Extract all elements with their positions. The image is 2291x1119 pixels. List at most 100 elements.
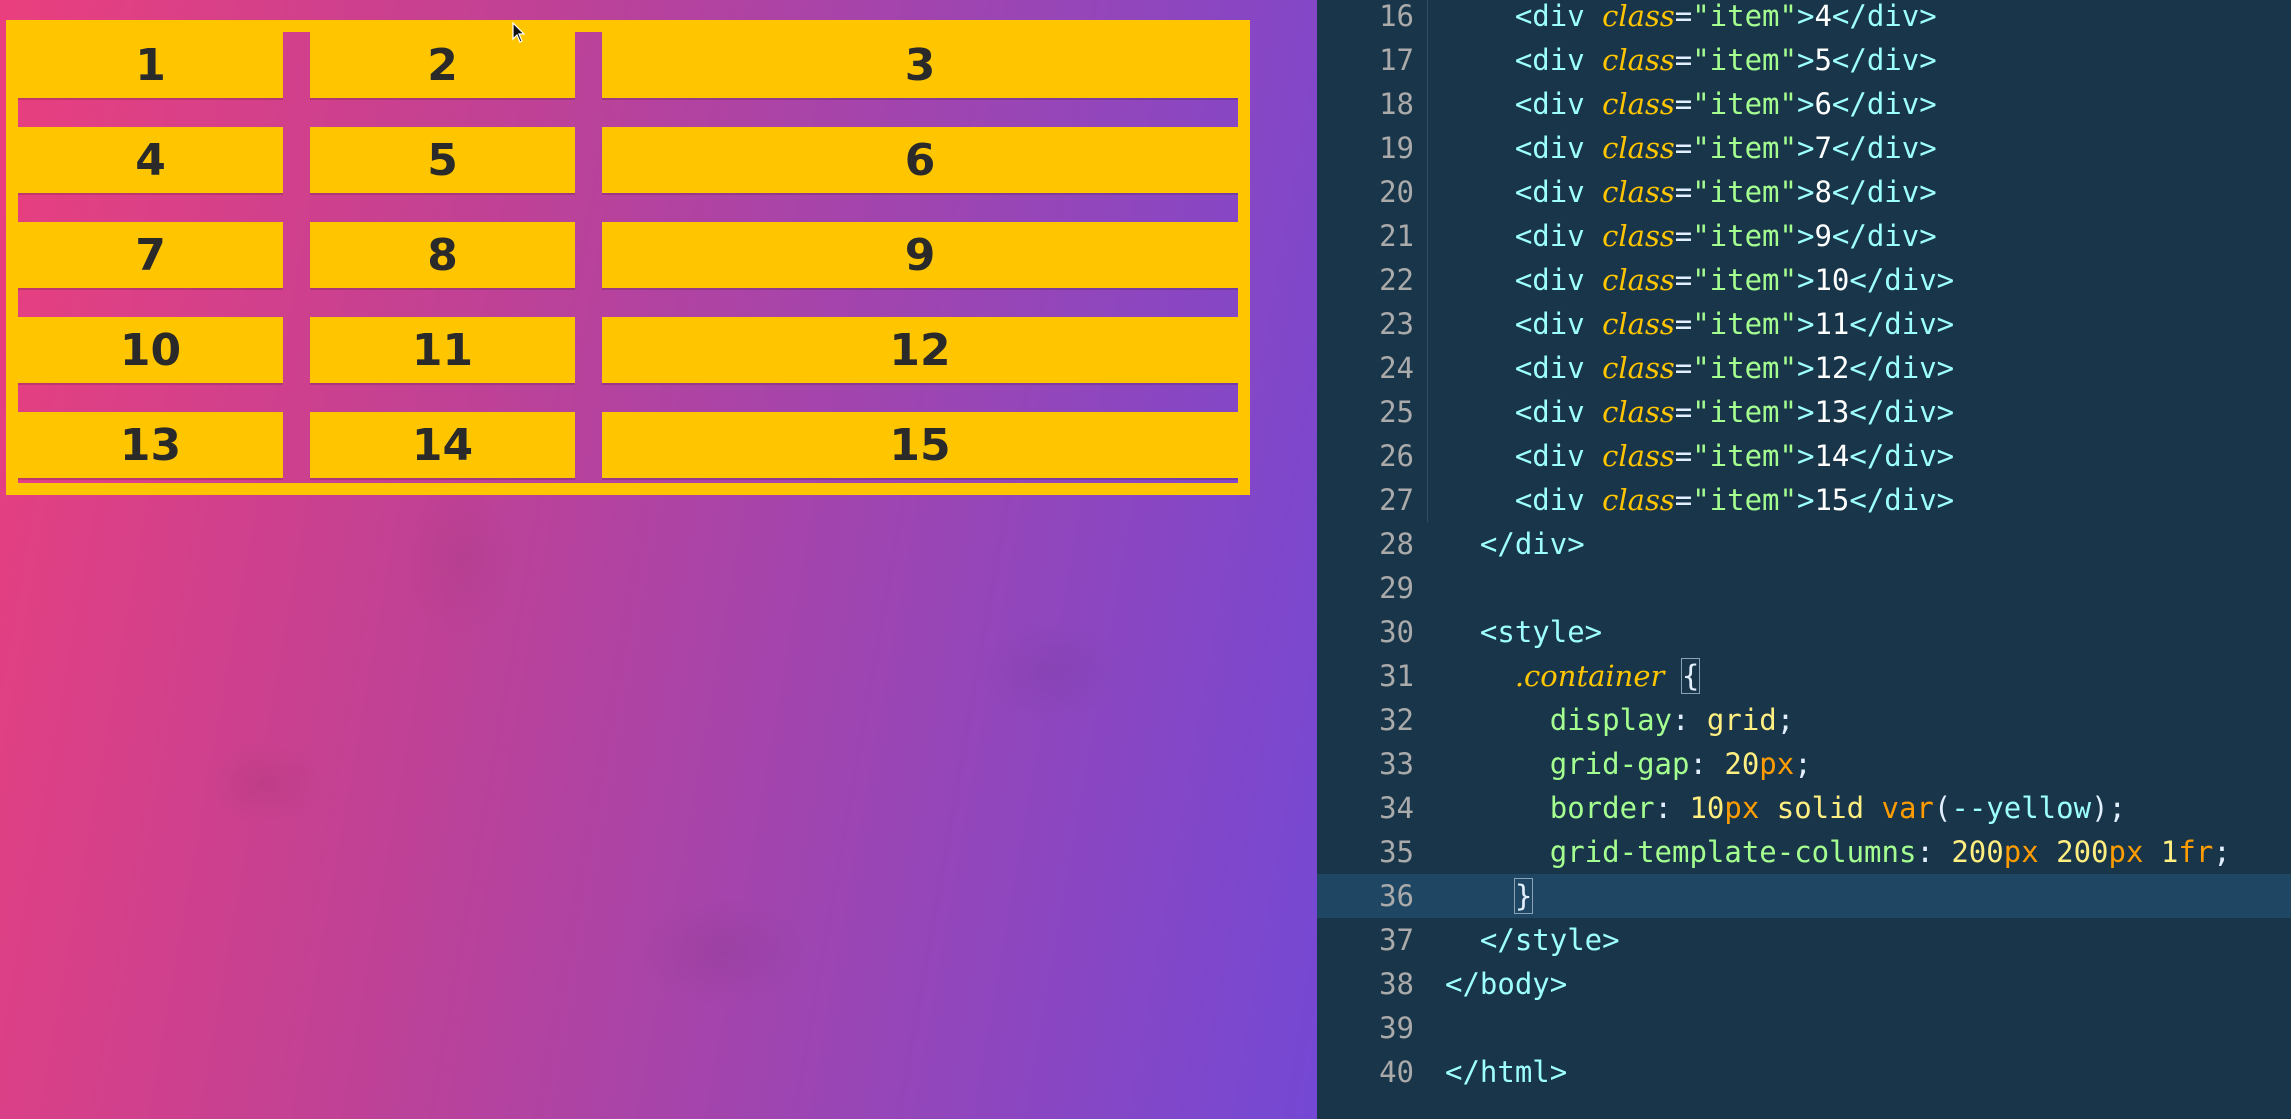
code-line[interactable]: 26 <div class="item">14</div> — [1317, 434, 2291, 478]
html-attr: class — [1602, 0, 1675, 33]
code-line[interactable]: 17 <div class="item">5</div> — [1317, 38, 2291, 82]
code-text: grid-template-columns: 200px 200px 1fr; — [1445, 830, 2231, 874]
code-line[interactable]: 27 <div class="item">15</div> — [1317, 478, 2291, 522]
html-tag: <style> — [1479, 615, 1603, 649]
code-line[interactable]: 18 <div class="item">6</div> — [1317, 82, 2291, 126]
code-line[interactable]: 37 </style> — [1317, 918, 2291, 962]
code-token: = — [1674, 307, 1693, 341]
line-number: 29 — [1379, 571, 1414, 605]
grid-item: 14 — [310, 412, 575, 478]
code-line[interactable]: 21 <div class="item">9</div> — [1317, 214, 2291, 258]
html-tag: <div — [1514, 175, 1603, 209]
html-attr: class — [1602, 219, 1675, 253]
html-tag: <div — [1514, 0, 1603, 33]
grid-item: 8 — [310, 222, 575, 288]
html-attr: class — [1602, 131, 1675, 165]
html-text: 13 — [1814, 395, 1850, 429]
html-tag: <div — [1514, 263, 1603, 297]
code-line[interactable]: 33 grid-gap: 20px; — [1317, 742, 2291, 786]
code-line[interactable]: 34 border: 10px solid var(--yellow); — [1317, 786, 2291, 830]
code-line[interactable]: 31 .container { — [1317, 654, 2291, 698]
css-unit: fr — [2178, 835, 2214, 869]
html-string: "item" — [1692, 307, 1797, 341]
grid-item: 13 — [18, 412, 283, 478]
html-tag: > — [1796, 395, 1815, 429]
code-line[interactable]: 38 </body> — [1317, 962, 2291, 1006]
line-number: 22 — [1379, 263, 1414, 297]
css-unit: px — [1724, 791, 1760, 825]
css-unit: px — [1759, 747, 1795, 781]
code-line[interactable]: 30 <style> — [1317, 610, 2291, 654]
code-text: <div class="item">14</div> — [1445, 434, 1954, 478]
html-tag: </div> — [1849, 483, 1955, 517]
css-unit: px — [2003, 835, 2039, 869]
code-editor[interactable]: 16 <div class="item">4</div> 17 <div clas… — [1317, 0, 2291, 1119]
code-token: = — [1674, 351, 1693, 385]
line-number: 40 — [1379, 1055, 1414, 1089]
line-number: 39 — [1379, 1011, 1414, 1045]
line-number: 32 — [1379, 703, 1414, 737]
line-number: 35 — [1379, 835, 1414, 869]
line-number: 38 — [1379, 967, 1414, 1001]
code-line[interactable]: 19 <div class="item">7</div> — [1317, 126, 2291, 170]
html-string: "item" — [1692, 351, 1797, 385]
code-line[interactable]: 20 <div class="item">8</div> — [1317, 170, 2291, 214]
code-line[interactable]: 36 } — [1317, 874, 2291, 918]
grid-item: 15 — [602, 412, 1238, 478]
code-text: } — [1445, 874, 1534, 918]
grid-item: 5 — [310, 127, 575, 193]
css-number: 200 — [1951, 835, 2004, 869]
html-tag: > — [1796, 263, 1815, 297]
html-string: "item" — [1692, 175, 1797, 209]
html-tag: </div> — [1831, 175, 1937, 209]
code-text: <style> — [1445, 610, 1602, 654]
code-token: = — [1674, 131, 1693, 165]
code-line[interactable]: 22 <div class="item">10</div> — [1317, 258, 2291, 302]
html-string: "item" — [1692, 219, 1797, 253]
css-brace: } — [1513, 878, 1534, 914]
html-tag: <div — [1514, 351, 1603, 385]
line-number: 34 — [1379, 791, 1414, 825]
code-line[interactable]: 16 <div class="item">4</div> — [1317, 0, 2291, 38]
code-line[interactable]: 23 <div class="item">11</div> — [1317, 302, 2291, 346]
html-tag: </body> — [1445, 967, 1568, 1001]
code-line[interactable]: 25 <div class="item">13</div> — [1317, 390, 2291, 434]
code-line[interactable]: 40 </html> — [1317, 1050, 2291, 1094]
html-attr: class — [1602, 395, 1675, 429]
line-number: 31 — [1379, 659, 1414, 693]
html-string: "item" — [1692, 395, 1797, 429]
line-number: 37 — [1379, 923, 1414, 957]
code-line[interactable]: 24 <div class="item">12</div> — [1317, 346, 2291, 390]
code-line[interactable]: 32 display: grid; — [1317, 698, 2291, 742]
code-text: </html> — [1445, 1050, 1567, 1094]
grid-item: 12 — [602, 317, 1238, 383]
html-tag: </div> — [1479, 527, 1585, 561]
code-text: <div class="item">6</div> — [1445, 82, 1937, 126]
html-tag: > — [1796, 175, 1815, 209]
code-token: : — [1689, 747, 1725, 781]
code-token: = — [1674, 87, 1693, 121]
line-number: 36 — [1379, 879, 1414, 913]
html-tag: </div> — [1831, 87, 1937, 121]
html-tag: <div — [1514, 219, 1603, 253]
code-line[interactable]: 29 — [1317, 566, 2291, 610]
code-text: <div class="item">13</div> — [1445, 390, 1954, 434]
html-text: 11 — [1814, 307, 1850, 341]
code-line[interactable]: 35 grid-template-columns: 200px 200px 1f… — [1317, 830, 2291, 874]
html-tag: </div> — [1831, 131, 1937, 165]
line-number: 27 — [1379, 483, 1414, 517]
grid-item: 6 — [602, 127, 1238, 193]
screen: 1 2 3 4 5 6 7 8 9 10 11 12 13 14 15 16 <div class="ite… — [0, 0, 2291, 1119]
html-tag: <div — [1514, 131, 1603, 165]
html-tag: > — [1796, 0, 1815, 33]
code-token: ; — [2108, 791, 2126, 825]
indent-guide — [1427, 0, 1428, 522]
grid-item: 1 — [18, 32, 283, 98]
code-text: </style> — [1445, 918, 1620, 962]
css-unit: px — [2108, 835, 2144, 869]
css-variable: --yellow — [1951, 791, 2092, 825]
browser-preview: 1 2 3 4 5 6 7 8 9 10 11 12 13 14 15 — [0, 0, 1317, 1119]
css-selector: .container — [1514, 659, 1665, 693]
code-line[interactable]: 39 — [1317, 1006, 2291, 1050]
code-line[interactable]: 28 </div> — [1317, 522, 2291, 566]
